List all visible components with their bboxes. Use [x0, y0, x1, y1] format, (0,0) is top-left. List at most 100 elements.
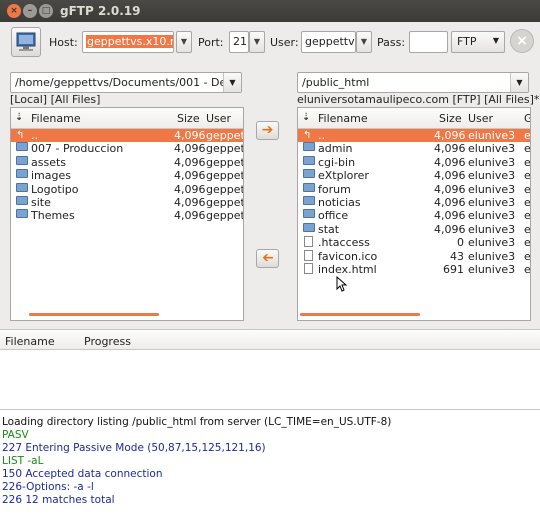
file-name: ..: [31, 129, 38, 142]
list-item[interactable]: forum 4,096 elunive3 e: [298, 182, 530, 196]
sort-icon[interactable]: ⇣: [15, 112, 23, 123]
list-item[interactable]: site 4,096geppett: [11, 195, 243, 209]
file-size: 4,096: [174, 169, 206, 183]
file-user: elunive3: [468, 195, 516, 209]
log-line: 226 12 matches total: [2, 494, 115, 506]
file-name: images: [31, 169, 71, 183]
host-dropdown-button[interactable]: ▼: [176, 31, 192, 53]
file-name: noticias: [318, 195, 361, 209]
file-user: geppett: [206, 129, 243, 142]
list-item[interactable]: office 4,096 elunive3 e: [298, 209, 530, 222]
file-size: 4,096: [174, 129, 206, 142]
password-field[interactable]: [409, 31, 448, 53]
local-path: /home/geppettvs/Documents/001 - Develo: [15, 76, 242, 89]
list-item[interactable]: images 4,096geppett: [11, 169, 243, 182]
list-item[interactable]: favicon.ico 43 elunive3 e: [298, 249, 531, 263]
user-column-header[interactable]: User: [468, 112, 493, 125]
log-line: PASV: [2, 429, 29, 441]
list-item[interactable]: .htaccess 0 elunive3 e: [298, 236, 530, 249]
host-field[interactable]: geppettvs.x10.mx: [82, 31, 174, 53]
file-size: 4,096: [434, 182, 466, 196]
list-item[interactable]: eXtplorer 4,096 elunive3 e: [298, 169, 530, 182]
list-item[interactable]: Themes 4,096geppett: [11, 209, 243, 222]
file-name: ..: [318, 129, 325, 142]
transfer-progress-header[interactable]: Progress: [84, 335, 131, 348]
pass-label: Pass:: [377, 36, 406, 49]
user-dropdown-button[interactable]: ▼: [356, 31, 372, 53]
filename-column-header[interactable]: Filename: [318, 112, 368, 125]
file-size: 43: [450, 249, 464, 263]
log-line: Loading directory listing /public_html f…: [2, 416, 392, 428]
filename-column-header[interactable]: Filename: [31, 112, 81, 125]
chevron-down-icon[interactable]: ▼: [510, 73, 528, 92]
user-field[interactable]: geppettv: [301, 31, 356, 53]
remote-path-combo[interactable]: /public_html ▼: [297, 72, 529, 93]
local-file-list[interactable]: ⇣ Filename Size User ↰..4,096geppett007 …: [10, 107, 244, 321]
file-group: e: [524, 195, 531, 209]
list-item[interactable]: cgi-bin 4,096 elunive3 e: [298, 155, 530, 169]
folder-icon: [16, 169, 28, 179]
user-column-header[interactable]: User: [206, 112, 231, 125]
list-item[interactable]: 007 - Produccion 4,096geppett: [11, 142, 243, 155]
file-user: elunive3: [468, 129, 516, 142]
connect-button[interactable]: [11, 27, 41, 57]
window-close-button[interactable]: ×: [7, 4, 21, 18]
up-arrow-icon: ↰: [16, 130, 25, 141]
parent-directory-row[interactable]: ↰.. 4,096geppett: [11, 129, 243, 143]
title-bar: × – □ gFTP 2.0.19: [0, 0, 540, 22]
chevron-down-icon[interactable]: ▼: [223, 73, 241, 92]
stop-button[interactable]: ×: [510, 29, 534, 53]
remote-path: /public_html: [302, 76, 370, 89]
parent-directory-row[interactable]: ↰.. 4,096 elunive3 e: [298, 129, 530, 143]
file-size: 0: [457, 236, 464, 250]
file-size: 4,096: [174, 142, 206, 156]
list-item[interactable]: admin 4,096 elunive3 e: [298, 142, 530, 155]
upload-button[interactable]: ➔: [256, 121, 279, 140]
file-size: 4,096: [174, 209, 206, 223]
port-dropdown-button[interactable]: ▼: [249, 31, 265, 53]
window-minimize-button[interactable]: –: [23, 4, 37, 18]
file-group: e: [524, 222, 531, 236]
folder-icon: [16, 195, 28, 205]
file-user: elunive3: [468, 249, 516, 263]
file-name: site: [31, 195, 51, 209]
size-column-header[interactable]: Size: [439, 112, 462, 125]
local-path-combo[interactable]: /home/geppettvs/Documents/001 - Develo ▼: [10, 72, 242, 93]
file-name: Logotipo: [31, 182, 79, 196]
download-button[interactable]: ➔: [256, 249, 279, 268]
file-group: e: [524, 142, 531, 156]
transfer-queue[interactable]: Filename Progress: [0, 329, 540, 409]
sort-icon[interactable]: ⇣: [302, 112, 310, 123]
protocol-select[interactable]: FTP ▼: [451, 31, 505, 53]
transfer-filename-header[interactable]: Filename: [5, 335, 55, 348]
size-column-header[interactable]: Size: [177, 112, 200, 125]
file-user: elunive3: [468, 209, 516, 223]
list-item[interactable]: assets 4,096geppett: [11, 155, 243, 169]
local-rows: ↰..4,096geppett007 - Produccion4,096gepp…: [11, 129, 243, 223]
log-panel[interactable]: Loading directory listing /public_html f…: [0, 409, 540, 519]
list-item[interactable]: stat 4,096 elunive3 e: [298, 222, 531, 236]
host-label: Host:: [49, 36, 78, 49]
group-column-header[interactable]: G: [524, 112, 530, 125]
local-horizontal-scrollbar[interactable]: [29, 313, 159, 316]
list-item[interactable]: index.html 691 elunive3 e: [298, 262, 530, 276]
list-item[interactable]: noticias 4,096 elunive3 e: [298, 195, 531, 209]
file-group: e: [524, 249, 531, 263]
port-field[interactable]: 21: [229, 31, 249, 53]
remote-horizontal-scrollbar[interactable]: [300, 313, 420, 316]
file-size: 4,096: [434, 195, 466, 209]
folder-icon: [16, 155, 28, 165]
file-name: 007 - Produccion: [31, 142, 124, 156]
folder-icon: [303, 182, 315, 192]
stop-icon: ×: [516, 33, 528, 49]
file-size: 691: [443, 262, 464, 276]
file-user: geppett: [206, 155, 243, 169]
local-status: [Local] [All Files]: [10, 93, 101, 106]
remote-file-list[interactable]: ⇣ Filename Size User G ↰..4,096elunive3e…: [297, 107, 531, 321]
file-size: 4,096: [174, 182, 206, 196]
file-user: geppett: [206, 209, 243, 223]
folder-icon: [16, 182, 28, 192]
window-maximize-button[interactable]: □: [39, 4, 53, 18]
list-item[interactable]: Logotipo 4,096geppett: [11, 182, 243, 196]
file-user: geppett: [206, 142, 243, 156]
